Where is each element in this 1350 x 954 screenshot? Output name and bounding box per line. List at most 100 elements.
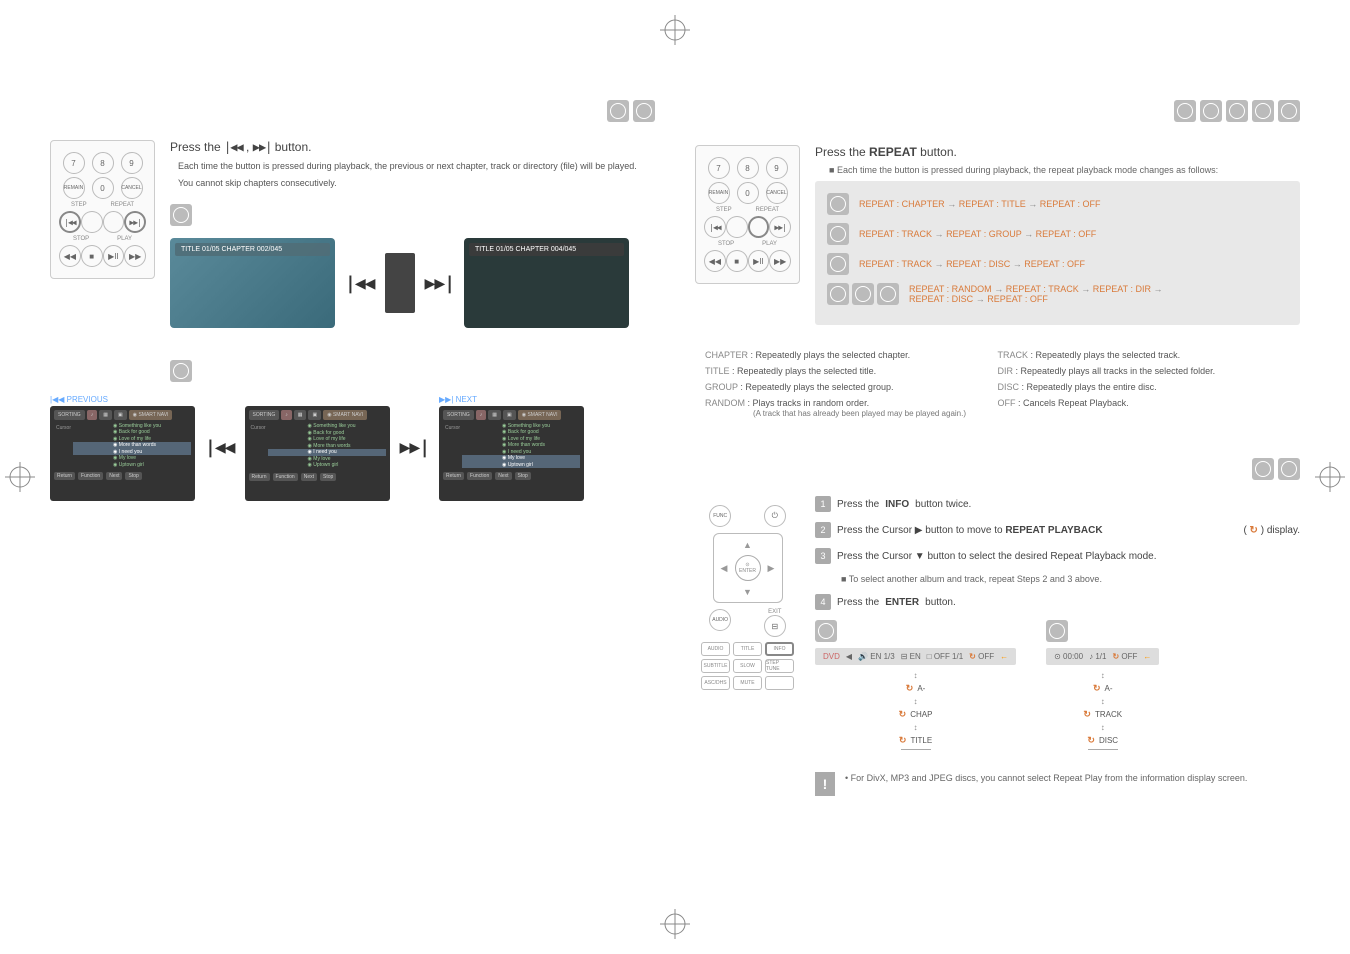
- remote-btn-repeat-hl: [748, 216, 770, 238]
- disc-icon: [827, 193, 849, 215]
- disc-icon: [827, 253, 849, 275]
- remote-btn-rew: ◀◀: [59, 245, 81, 267]
- disc-icon: [1226, 100, 1248, 122]
- playback-display-row: DVD ◀ 🔊 EN 1/3 ⊟ EN □ OFF 1/1 ↻ OFF ← ↕ …: [815, 620, 1300, 752]
- repeat-sub-instruction: ■ Each time the button is pressed during…: [815, 165, 1300, 175]
- function-btn: Function: [78, 472, 103, 480]
- tv-title-prev: TITLE 01/05 CHAPTER 002/045: [175, 243, 330, 256]
- remote-btn-8: 8: [92, 152, 114, 174]
- remote-btn-skip-next: ▶▶|: [769, 216, 791, 238]
- step-3-sub: ■ To select another album and track, rep…: [815, 574, 1300, 584]
- audio-rect: AUDIO: [701, 642, 730, 656]
- mute-rect: MUTE: [733, 676, 762, 690]
- nav-down-icon: ▼: [743, 587, 752, 597]
- remote-btn-skip-prev: |◀◀: [704, 216, 726, 238]
- remote-btn-cancel: CANCEL: [121, 177, 143, 199]
- disc-icon: [1278, 458, 1300, 480]
- pb-options-left: ↕ ↻ A- ↕ ↻ CHAP ↕ ↻ TITLE: [815, 671, 1016, 750]
- remote-btn-cancel: CANCEL: [766, 182, 788, 204]
- disc-icon: [1252, 458, 1274, 480]
- remote-power-btn: ⏻: [764, 505, 786, 527]
- disc-icon: [170, 204, 192, 226]
- exit-btn: ⊟: [764, 615, 786, 637]
- remote-control-diagram-right: 7 8 9 REMAIN 0 CANCEL STEP REPEAT |◀◀: [695, 145, 800, 284]
- nav-left-icon: ◀: [721, 563, 728, 574]
- sorting-tab: SORTING: [54, 410, 85, 420]
- remote-btn-repeat: [103, 211, 125, 233]
- nav-remote-diagram: FUNC ⏻ ▲ ◀ ⊙ENTER ▶ ▼ AUDIO: [695, 496, 800, 696]
- remote-btn-step: [726, 216, 748, 238]
- repeat-modes-box: REPEAT : CHAPTER → REPEAT : TITLE → REPE…: [815, 181, 1300, 325]
- arrow-next-icon: ▶▶|: [425, 273, 455, 294]
- repeat-mode-row: REPEAT : CHAPTER → REPEAT : TITLE → REPE…: [827, 193, 1288, 215]
- remote-btn-7: 7: [708, 157, 730, 179]
- remote-btn-7: 7: [63, 152, 85, 174]
- smart-navi-tab: ◉ SMART NAVI: [129, 410, 173, 420]
- disc-icon: [827, 283, 849, 305]
- remote-control-diagram: 7 8 9 REMAIN 0 CANCEL STEP REPEAT |◀◀: [50, 140, 155, 279]
- crop-mark-top: [660, 15, 690, 45]
- disc-compat-icons-left: [607, 100, 655, 122]
- title-rect: TITLE: [733, 642, 762, 656]
- return-btn: Return: [54, 472, 75, 480]
- play-label: PLAY: [117, 236, 132, 242]
- ascdhs-rect: ASC/DHS: [701, 676, 730, 690]
- tv-screen-prev: TITLE 01/05 CHAPTER 002/045: [170, 238, 335, 328]
- disc-icon: [1174, 100, 1196, 122]
- fs-arrow-next: ▶▶|: [400, 437, 430, 458]
- pb-display-left: DVD ◀ 🔊 EN 1/3 ⊟ EN □ OFF 1/1 ↻ OFF ←: [815, 648, 1016, 665]
- remote-btn-9: 9: [121, 152, 143, 174]
- subtitle-rect: SUBTITLE: [701, 659, 730, 673]
- next-btn: Next: [106, 472, 122, 480]
- step-4: 4 Press the ENTER button.: [815, 594, 1300, 610]
- file-item: ◉ Uptown girl: [73, 462, 191, 469]
- disc-icon: [1046, 620, 1068, 642]
- disc-icon: [1278, 100, 1300, 122]
- remote-btn-skip-prev: |◀◀: [59, 211, 81, 233]
- file-screen-1: SORTING ♪ ▦ ▣ ◉ SMART NAVI Cursor ◉ Some…: [50, 406, 195, 501]
- disc-icon: [852, 283, 874, 305]
- remote-btn-8: 8: [737, 157, 759, 179]
- info-display-section: FUNC ⏻ ▲ ◀ ⊙ENTER ▶ ▼ AUDIO: [695, 458, 1300, 796]
- pb-options-right: ↕ ↻ A- ↕ ↻ TRACK ↕ ↻ DISC: [1046, 671, 1159, 750]
- step-label: STEP: [71, 202, 87, 208]
- repeat-mode-row: REPEAT : TRACK → REPEAT : GROUP → REPEAT…: [827, 223, 1288, 245]
- remote-btn-remain: REMAIN: [63, 177, 85, 199]
- note-icon: !: [815, 772, 835, 796]
- disc-icon: [1200, 100, 1222, 122]
- repeat-mode-row: REPEAT : TRACK → REPEAT : DISC → REPEAT …: [827, 253, 1288, 275]
- disc-icon: [877, 283, 899, 305]
- disc-icon: [607, 100, 629, 122]
- arrow-prev-icon: |◀◀: [345, 273, 375, 294]
- step-3: 3 Press the Cursor ▼ button to select th…: [815, 548, 1300, 564]
- instruction-line-1: Each time the button is pressed during p…: [170, 160, 655, 173]
- disc-icon: [1252, 100, 1274, 122]
- pb-display-right: ⊙ 00:00 ♪ 1/1 ↻ OFF ←: [1046, 648, 1159, 665]
- note-box: ! • For DivX, MP3 and JPEG discs, you ca…: [815, 772, 1300, 796]
- step-2: 2 Press the Cursor ▶ button to move to R…: [815, 522, 1300, 538]
- stop-label: STOP: [73, 236, 89, 242]
- previous-label: |◀◀ PREVIOUS: [50, 395, 195, 404]
- definitions-block: CHAPTER : Repeatedly plays the selected …: [695, 350, 1300, 418]
- remote-btn-9: 9: [766, 157, 788, 179]
- file-browser-row: |◀◀ PREVIOUS SORTING ♪ ▦ ▣ ◉ SMART NAVI …: [50, 394, 655, 501]
- nav-right-icon: ▶: [768, 563, 775, 574]
- file-screen-2: SORTING ♪▦▣ ◉ SMART NAVI Cursor ◉ Someth…: [245, 406, 390, 501]
- remote-btn-skip-next: ▶▶|: [124, 211, 146, 233]
- audio-btn: AUDIO: [709, 609, 731, 631]
- steptune-rect: STEP TUNE: [765, 659, 794, 673]
- disc-icon: [815, 620, 837, 642]
- slow-rect: SLOW: [733, 659, 762, 673]
- dvd-icon-row: [170, 204, 655, 226]
- remote-btn-0: 0: [92, 177, 114, 199]
- remote-btn-0: 0: [737, 182, 759, 204]
- disc-icon: [827, 223, 849, 245]
- skip-heading: Press the |◀◀ , ▶▶| button.: [170, 140, 655, 154]
- instruction-line-2: You cannot skip chapters consecutively.: [170, 177, 655, 190]
- remote-btn-ff: ▶▶: [124, 245, 146, 267]
- stop-btn-fs: Stop: [125, 472, 141, 480]
- remote-btn-remain: REMAIN: [708, 182, 730, 204]
- note-text: • For DivX, MP3 and JPEG discs, you cann…: [845, 772, 1247, 785]
- file-disc-icon: [170, 360, 655, 382]
- remote-btn-step: [81, 211, 103, 233]
